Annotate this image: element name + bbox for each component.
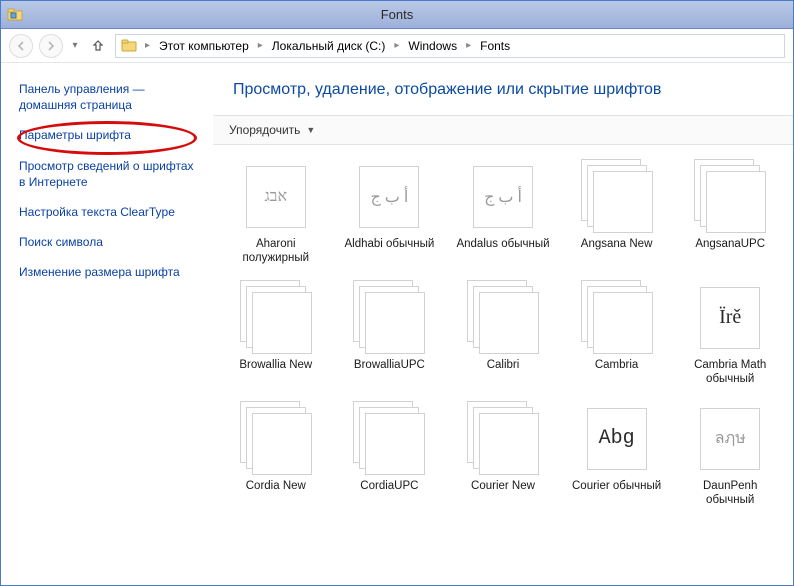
font-sample-text: ลฦษ: [715, 426, 746, 451]
folder-icon: [7, 7, 23, 23]
font-label: Angsana New: [581, 237, 653, 251]
organize-button[interactable]: Упорядочить ▼: [223, 121, 321, 139]
sidebar-link-font-settings[interactable]: Параметры шрифта: [19, 127, 203, 143]
breadcrumb-item[interactable]: Этот компьютер: [155, 37, 253, 55]
font-item[interactable]: กคฎ Browallia New: [223, 278, 329, 393]
font-thumbnail: Абф: [467, 282, 539, 354]
font-thumbnail: กคฎ: [581, 161, 653, 233]
chevron-right-icon: ▸: [145, 40, 150, 51]
font-thumbnail: Абф: [581, 282, 653, 354]
chevron-right-icon: ▸: [466, 40, 471, 51]
breadcrumb[interactable]: ▸ Этот компьютер ▸ Локальный диск (C:) ▸…: [115, 34, 785, 58]
navbar: ▾ ▸ Этот компьютер ▸ Локальный диск (C:)…: [1, 29, 793, 63]
font-label: Aldhabi обычный: [344, 237, 434, 251]
window-title: Fonts: [31, 7, 787, 22]
font-label: Aharoni полужирный: [226, 237, 326, 266]
forward-button[interactable]: [39, 34, 63, 58]
titlebar[interactable]: Fonts: [1, 1, 793, 29]
font-thumbnail: กคฎ: [694, 161, 766, 233]
font-sample-text: Abg: [599, 427, 635, 450]
font-sample-text: Ïrě: [719, 306, 741, 329]
organize-label: Упорядочить: [229, 123, 300, 137]
font-item[interactable]: Abg Courier обычный: [564, 399, 670, 514]
font-label: AngsanaUPC: [695, 237, 765, 251]
sidebar-link-home[interactable]: Панель управления — домашняя страница: [19, 81, 203, 113]
font-thumbnail: กคฎ: [353, 403, 425, 475]
font-thumbnail: אבג: [240, 161, 312, 233]
font-label: Courier обычный: [572, 479, 661, 493]
font-item[interactable]: أ ب ج Aldhabi обычный: [337, 157, 443, 272]
chevron-down-icon: ▼: [306, 125, 315, 135]
font-label: CordiaUPC: [360, 479, 418, 493]
font-label: Courier New: [471, 479, 535, 493]
font-label: Cambria Math обычный: [680, 358, 780, 387]
font-thumbnail: Абф: [467, 403, 539, 475]
sidebar: Панель управления — домашняя страница Па…: [1, 63, 213, 585]
font-item[interactable]: Абф Cambria: [564, 278, 670, 393]
breadcrumb-item[interactable]: Локальный диск (C:): [268, 37, 390, 55]
font-item[interactable]: Ïrě Cambria Math обычный: [677, 278, 783, 393]
font-label: DaunPenh обычный: [680, 479, 780, 508]
explorer-window: Fonts ▾ ▸ Этот компьютер ▸ Локальный дис…: [0, 0, 794, 586]
up-button[interactable]: [87, 35, 109, 57]
font-thumbnail: Ïrě: [694, 282, 766, 354]
font-item[interactable]: Абф Courier New: [450, 399, 556, 514]
main-pane: Просмотр, удаление, отображение или скры…: [213, 63, 793, 585]
font-thumbnail: กคฎ: [353, 282, 425, 354]
font-item[interactable]: กคฎ Angsana New: [564, 157, 670, 272]
content-area: Панель управления — домашняя страница Па…: [1, 63, 793, 585]
font-grid[interactable]: אבג Aharoni полужирный أ ب ج Aldhabi обычны…: [213, 145, 793, 585]
font-label: Cordia New: [246, 479, 306, 493]
font-item[interactable]: ลฦษ DaunPenh обычный: [677, 399, 783, 514]
sidebar-link-char-map[interactable]: Поиск символа: [19, 234, 203, 250]
font-label: Andalus обычный: [456, 237, 549, 251]
font-item[interactable]: กคฎ AngsanaUPC: [677, 157, 783, 272]
chevron-right-icon: ▸: [394, 40, 399, 51]
folder-icon: [120, 37, 138, 55]
history-dropdown-icon[interactable]: ▾: [69, 40, 81, 51]
font-thumbnail: أ ب ج: [467, 161, 539, 233]
font-label: Calibri: [487, 358, 520, 372]
font-sample-text: אבג: [265, 188, 288, 206]
font-label: BrowalliaUPC: [354, 358, 425, 372]
toolbar: Упорядочить ▼: [213, 115, 793, 145]
font-item[interactable]: Абф Calibri: [450, 278, 556, 393]
breadcrumb-item[interactable]: Windows: [404, 37, 461, 55]
font-thumbnail: ลฦษ: [694, 403, 766, 475]
font-thumbnail: Abg: [581, 403, 653, 475]
font-sample-text: أ ب ج: [370, 187, 408, 207]
sidebar-link-font-size[interactable]: Изменение размера шрифта: [19, 264, 203, 280]
font-label: Browallia New: [239, 358, 312, 372]
font-item[interactable]: กคฎ BrowalliaUPC: [337, 278, 443, 393]
font-item[interactable]: أ ب ج Andalus обычный: [450, 157, 556, 272]
font-item[interactable]: אבג Aharoni полужирный: [223, 157, 329, 272]
font-thumbnail: กคฎ: [240, 403, 312, 475]
font-item[interactable]: กคฎ CordiaUPC: [337, 399, 443, 514]
font-item[interactable]: กคฎ Cordia New: [223, 399, 329, 514]
font-sample-text: أ ب ج: [484, 187, 522, 207]
font-thumbnail: أ ب ج: [353, 161, 425, 233]
font-thumbnail: กคฎ: [240, 282, 312, 354]
chevron-right-icon: ▸: [258, 40, 263, 51]
page-heading: Просмотр, удаление, отображение или скры…: [213, 63, 793, 105]
font-label: Cambria: [595, 358, 638, 372]
sidebar-link-cleartype[interactable]: Настройка текста ClearType: [19, 204, 203, 220]
sidebar-link-font-info-web[interactable]: Просмотр сведений о шрифтах в Интернете: [19, 158, 203, 190]
back-button[interactable]: [9, 34, 33, 58]
breadcrumb-item[interactable]: Fonts: [476, 37, 514, 55]
